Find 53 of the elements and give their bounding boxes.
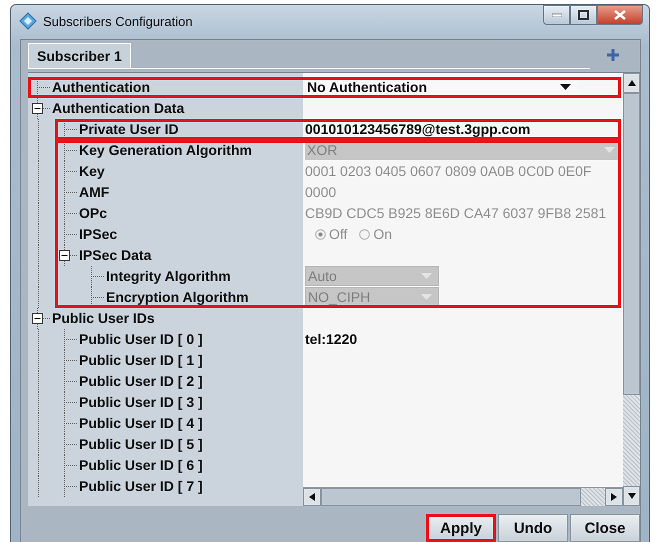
close-button[interactable] [597,5,643,25]
property-label: IPSec [79,226,118,242]
dialog-button[interactable]: Undo [498,514,568,542]
collapse-icon[interactable] [32,312,43,324]
property-label: Private User ID [79,121,179,138]
maximize-icon [578,10,589,20]
property-label: Public User ID [ 6 ] [79,457,203,474]
property-label: Public User ID [ 4 ] [79,415,203,432]
window-title: Subscribers Configuration [43,14,194,28]
left-arrow-icon [309,493,315,501]
property-label: Key [79,163,105,180]
property-label: Authentication Data [52,100,184,116]
property-label: Public User ID [ 5 ] [79,436,203,452]
diamond-icon [19,12,37,30]
property-label: Integrity Algorithm [106,268,231,284]
property-label: Public User ID [ 1 ] [79,352,203,368]
dialog-button[interactable]: Close [570,514,640,542]
close-icon [614,10,626,20]
dropdown-arrow-icon [421,294,432,301]
property-label: IPSec Data [79,247,152,264]
property-label: Encryption Algorithm [106,289,249,306]
property-label: Public User ID [ 3 ] [79,394,203,410]
property-label: Authentication [52,79,150,96]
add-icon[interactable] [606,48,620,62]
collapse-icon[interactable] [59,250,70,261]
property-value: 0001 0203 0405 0607 0809 0A0B 0C0D 0E0F [305,163,592,180]
property-label: OPc [79,205,108,222]
right-arrow-icon [611,493,617,501]
property-label: Key Generation Algorithm [79,142,252,158]
property-value: 001010123456789@test.3gpp.com [305,121,530,138]
dropdown-arrow-icon [604,146,615,154]
subscriber-tab[interactable]: Subscriber 1 [28,42,131,68]
property-label: Public User IDs [52,310,155,326]
property-label: Public User ID [ 0 ] [79,331,203,348]
collapse-icon[interactable] [32,102,43,114]
down-arrow-icon [628,493,636,499]
property-value: 0000 [305,184,336,200]
maximize-button[interactable] [570,5,597,25]
property-label: Public User ID [ 2 ] [79,373,203,390]
property-label: AMF [79,184,110,200]
scroll-thumb[interactable] [321,488,581,506]
minimize-icon [552,13,562,17]
up-arrow-icon [628,80,636,86]
dropdown-arrow-icon [560,84,571,91]
horizontal-scrollbar[interactable] [303,487,623,506]
dropdown-arrow-icon [421,272,432,280]
property-value: CB9D CDC5 B925 8E6D CA47 6037 9FB8 2581 [305,205,606,222]
vertical-scrollbar[interactable] [623,72,640,506]
scroll-thumb[interactable] [623,92,640,395]
minimize-button[interactable] [543,5,570,25]
property-label: Public User ID [ 7 ] [79,478,203,494]
dialog-button[interactable]: Apply [426,514,496,542]
property-value: tel:1220 [305,331,358,348]
